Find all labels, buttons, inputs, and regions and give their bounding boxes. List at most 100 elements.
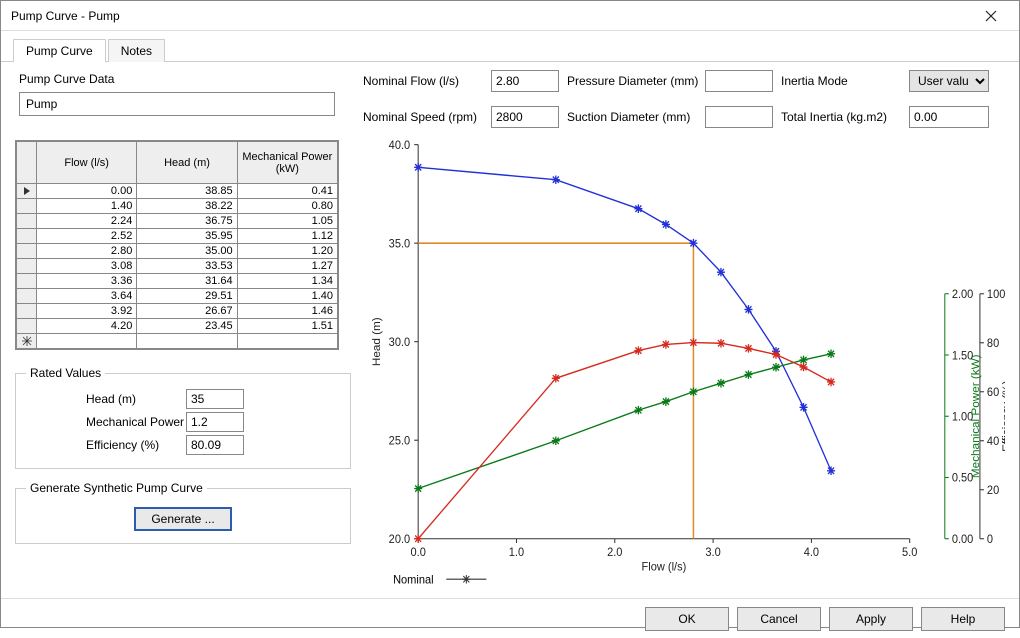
suction-diameter-input[interactable] [705, 106, 773, 128]
pressure-diameter-input[interactable] [705, 70, 773, 92]
help-button[interactable]: Help [921, 607, 1005, 631]
window-title: Pump Curve - Pump [11, 9, 971, 23]
table-row[interactable]: 3.9226.671.46 [17, 304, 338, 319]
ok-button[interactable]: OK [645, 607, 729, 631]
table-row[interactable]: 3.0833.531.27 [17, 259, 338, 274]
svg-text:4.0: 4.0 [804, 547, 819, 559]
rated-values-group: Rated Values Head (m) Mechanical Power E… [15, 366, 351, 469]
rated-values-legend: Rated Values [26, 366, 105, 380]
svg-text:1.0: 1.0 [509, 547, 524, 559]
nominal-speed-label: Nominal Speed (rpm) [363, 110, 483, 124]
table-cell[interactable]: 38.22 [137, 199, 237, 214]
table-cell[interactable]: 3.36 [37, 274, 137, 289]
table-cell[interactable]: 1.20 [237, 244, 337, 259]
table-cell[interactable]: 33.53 [137, 259, 237, 274]
svg-text:2.00: 2.00 [952, 289, 973, 301]
svg-text:40: 40 [987, 436, 999, 448]
generate-legend: Generate Synthetic Pump Curve [26, 481, 207, 495]
nominal-flow-label: Nominal Flow (l/s) [363, 74, 483, 88]
row-header-corner [17, 142, 37, 184]
svg-text:20: 20 [987, 485, 999, 497]
rated-head-label: Head (m) [26, 392, 186, 406]
nominal-flow-input[interactable] [491, 70, 559, 92]
table-cell[interactable]: 1.27 [237, 259, 337, 274]
svg-text:Flow (l/s): Flow (l/s) [642, 561, 687, 573]
table-cell[interactable]: 1.05 [237, 214, 337, 229]
pump-curve-chart: 20.025.030.035.040.00.01.02.03.04.05.00.… [363, 134, 1005, 592]
svg-text:20.0: 20.0 [389, 534, 410, 546]
table-cell[interactable]: 3.92 [37, 304, 137, 319]
table-cell[interactable]: 1.40 [237, 289, 337, 304]
rated-eff-label: Efficiency (%) [26, 438, 186, 452]
table-row[interactable]: 2.5235.951.12 [17, 229, 338, 244]
table-cell[interactable]: 35.00 [137, 244, 237, 259]
inertia-mode-label: Inertia Mode [781, 74, 901, 88]
svg-text:Head (m): Head (m) [371, 317, 383, 366]
svg-text:0.0: 0.0 [410, 547, 425, 559]
table-cell[interactable]: 1.12 [237, 229, 337, 244]
table-cell[interactable]: 3.08 [37, 259, 137, 274]
table-cell[interactable]: 2.80 [37, 244, 137, 259]
dialog-footer: OK Cancel Apply Help [1, 598, 1019, 638]
table-cell[interactable]: 1.40 [37, 199, 137, 214]
table-row[interactable]: 2.8035.001.20 [17, 244, 338, 259]
rated-power-input[interactable] [186, 412, 244, 432]
svg-text:Efficiency (%): Efficiency (%) [1001, 380, 1005, 452]
inertia-mode-select[interactable]: User value [909, 70, 989, 92]
table-cell[interactable]: 38.85 [137, 184, 237, 199]
table-row[interactable]: 0.0038.850.41 [17, 184, 338, 199]
col-header-flow[interactable]: Flow (l/s) [37, 142, 137, 184]
close-icon[interactable] [971, 2, 1011, 30]
rated-head-input[interactable] [186, 389, 244, 409]
tab-notes[interactable]: Notes [108, 39, 165, 62]
table-cell[interactable]: 2.52 [37, 229, 137, 244]
table-row[interactable]: 3.6429.511.40 [17, 289, 338, 304]
tab-strip: Pump Curve Notes [1, 31, 1019, 62]
rated-eff-input[interactable] [186, 435, 244, 455]
table-row[interactable]: 2.2436.751.05 [17, 214, 338, 229]
table-row[interactable]: 3.3631.641.34 [17, 274, 338, 289]
table-cell[interactable]: 31.64 [137, 274, 237, 289]
table-cell[interactable]: 26.67 [137, 304, 237, 319]
data-grid[interactable]: Flow (l/s) Head (m) Mechanical Power (kW… [15, 140, 339, 350]
table-row[interactable]: 4.2023.451.51 [17, 319, 338, 334]
svg-text:30.0: 30.0 [389, 337, 410, 349]
table-cell[interactable]: 0.41 [237, 184, 337, 199]
table-cell[interactable]: 0.00 [37, 184, 137, 199]
titlebar: Pump Curve - Pump [1, 1, 1019, 31]
table-cell[interactable]: 23.45 [137, 319, 237, 334]
nominal-speed-input[interactable] [491, 106, 559, 128]
apply-button[interactable]: Apply [829, 607, 913, 631]
total-inertia-input[interactable] [909, 106, 989, 128]
generate-button[interactable]: Generate ... [134, 507, 232, 531]
table-cell[interactable] [37, 334, 137, 349]
svg-text:60: 60 [987, 387, 999, 399]
svg-text:80: 80 [987, 338, 999, 350]
col-header-power[interactable]: Mechanical Power (kW) [237, 142, 337, 184]
tab-pump-curve[interactable]: Pump Curve [13, 39, 106, 62]
col-header-head[interactable]: Head (m) [137, 142, 237, 184]
rated-power-label: Mechanical Power [26, 415, 186, 429]
table-cell[interactable] [237, 334, 337, 349]
svg-text:35.0: 35.0 [389, 238, 410, 250]
table-cell[interactable]: 1.34 [237, 274, 337, 289]
table-row[interactable]: 1.4038.220.80 [17, 199, 338, 214]
pump-name-input[interactable] [19, 92, 335, 116]
table-cell[interactable]: 36.75 [137, 214, 237, 229]
table-cell[interactable]: 0.80 [237, 199, 337, 214]
table-cell[interactable]: 3.64 [37, 289, 137, 304]
svg-text:0: 0 [987, 534, 993, 546]
svg-text:5.0: 5.0 [902, 547, 917, 559]
svg-text:0.00: 0.00 [952, 534, 973, 546]
table-cell[interactable]: 35.95 [137, 229, 237, 244]
svg-text:Nominal: Nominal [393, 574, 433, 586]
table-cell[interactable]: 4.20 [37, 319, 137, 334]
table-cell[interactable]: 1.46 [237, 304, 337, 319]
table-cell[interactable] [137, 334, 237, 349]
table-cell[interactable]: 2.24 [37, 214, 137, 229]
table-cell[interactable]: 29.51 [137, 289, 237, 304]
cancel-button[interactable]: Cancel [737, 607, 821, 631]
table-cell[interactable]: 1.51 [237, 319, 337, 334]
table-row-new[interactable] [17, 334, 338, 349]
svg-text:Mechanical Power (kW): Mechanical Power (kW) [970, 354, 982, 478]
